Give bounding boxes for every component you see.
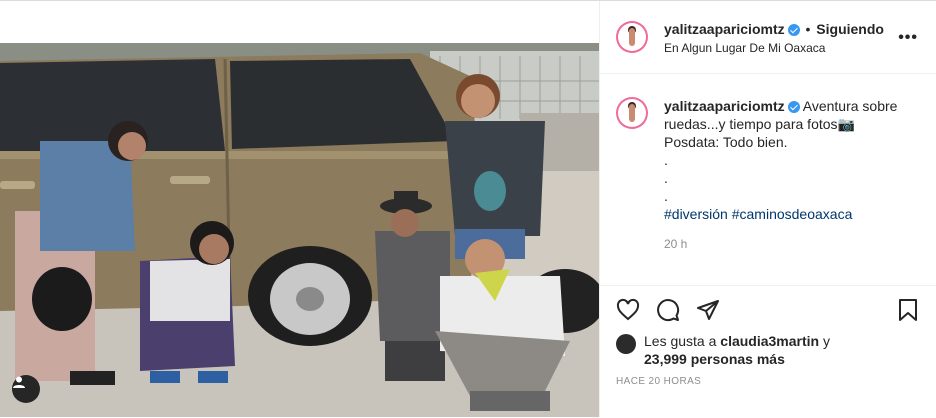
caption-dot-1: . — [664, 152, 668, 168]
hashtag-diversion[interactable]: #diversión — [664, 206, 728, 222]
verified-badge-icon — [787, 24, 800, 37]
heart-icon[interactable] — [616, 298, 640, 322]
comment-icon[interactable] — [656, 298, 680, 322]
posted-ago[interactable]: HACE 20 HORAS — [616, 376, 701, 387]
user-tag-icon[interactable] — [12, 375, 40, 403]
header-username[interactable]: yalitzaapariciomtz — [664, 21, 785, 37]
likes-count[interactable]: 23,999 personas más — [644, 350, 830, 368]
likes-summary: Les gusta a claudia3martin y 23,999 pers… — [616, 332, 830, 368]
post-photo[interactable] — [0, 1, 600, 417]
share-icon[interactable] — [696, 298, 720, 322]
post-side-panel: yalitzaapariciomtz • Siguiendo En Algun … — [600, 1, 936, 418]
caption-dot-2: . — [664, 170, 668, 186]
post-location[interactable]: En Algun Lugar De Mi Oaxaca — [664, 41, 825, 55]
more-icon[interactable]: ••• — [898, 29, 918, 47]
liker-avatar[interactable] — [616, 334, 636, 354]
caption-dot-3: . — [664, 188, 668, 204]
hashtag-caminosdeoaxaca[interactable]: #caminosdeoaxaca — [732, 206, 853, 222]
caption-username[interactable]: yalitzaapariciomtz — [664, 98, 785, 114]
caption-text: yalitzaapariciomtz Aventura sobre ruedas… — [664, 97, 916, 223]
post-container: yalitzaapariciomtz • Siguiendo En Algun … — [0, 0, 936, 418]
follow-status-button[interactable]: Siguiendo — [816, 21, 884, 37]
verified-badge-icon — [787, 101, 800, 114]
caption-time[interactable]: 20 h — [664, 235, 916, 253]
likes-conj: y — [823, 333, 830, 349]
post-header: yalitzaapariciomtz • Siguiendo En Algun … — [600, 1, 936, 74]
likes-line-1: Les gusta a claudia3martin y — [644, 332, 830, 350]
bookmark-icon[interactable] — [896, 298, 920, 322]
liker-username[interactable]: claudia3martin — [720, 333, 819, 349]
header-user-row: yalitzaapariciomtz • Siguiendo — [664, 21, 884, 37]
caption-avatar[interactable] — [616, 97, 648, 129]
post-actions: Les gusta a claudia3martin y 23,999 pers… — [600, 285, 936, 418]
caption-line-2: Posdata: Todo bien. — [664, 134, 788, 150]
photo-illustration — [0, 1, 599, 417]
header-separator: • — [805, 21, 811, 37]
likes-prefix: Les gusta a — [644, 333, 717, 349]
author-avatar[interactable] — [616, 21, 648, 53]
post-caption: yalitzaapariciomtz Aventura sobre ruedas… — [616, 97, 916, 253]
